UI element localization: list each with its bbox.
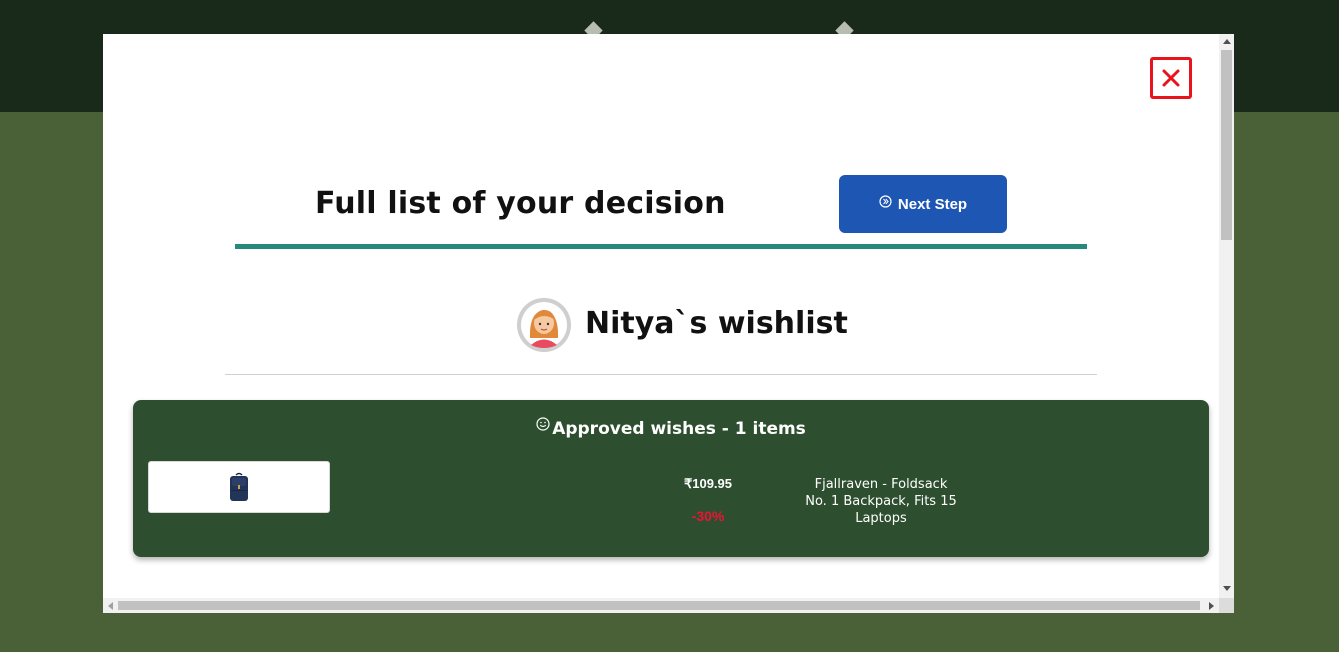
title-row: Full list of your decision Next Step	[235, 174, 1087, 249]
scrollbar-corner	[1219, 598, 1234, 613]
scroll-down-icon[interactable]	[1223, 586, 1231, 591]
wishlist-title: Nitya`s wishlist	[585, 305, 848, 341]
approved-title: Approved wishes - 1 items	[133, 416, 1209, 439]
smile-icon	[536, 416, 550, 436]
horizontal-scrollbar[interactable]	[103, 598, 1219, 613]
vertical-scrollbar[interactable]	[1219, 34, 1234, 598]
close-x-icon	[1162, 69, 1180, 87]
product-image[interactable]	[148, 461, 330, 513]
close-button[interactable]	[1150, 57, 1192, 99]
page-title: Full list of your decision	[315, 186, 726, 221]
approved-title-text: Approved wishes - 1 items	[552, 419, 806, 439]
approved-wishes-card: Approved wishes - 1 items ₹109.95 -30% F…	[133, 400, 1209, 557]
scroll-left-icon[interactable]	[108, 602, 113, 610]
vertical-scroll-thumb[interactable]	[1221, 50, 1232, 240]
product-price: ₹109.95	[683, 476, 733, 491]
product-discount: -30%	[691, 508, 725, 524]
next-circle-icon	[879, 194, 892, 208]
backpack-icon	[230, 472, 248, 501]
scroll-right-icon[interactable]	[1209, 602, 1214, 610]
wishlist-header: Nitya`s wishlist	[517, 297, 848, 353]
decision-modal: Full list of your decision Next Step Nit…	[103, 34, 1234, 613]
scroll-up-icon[interactable]	[1223, 39, 1231, 44]
title-divider	[235, 244, 1087, 249]
modal-content: Full list of your decision Next Step Nit…	[103, 34, 1219, 598]
product-name: Fjallraven - Foldsack No. 1 Backpack, Fi…	[805, 477, 957, 526]
wishlist-divider	[225, 374, 1097, 375]
avatar	[517, 298, 571, 352]
next-step-label: Next Step	[897, 195, 968, 213]
next-step-button[interactable]: Next Step	[839, 175, 1007, 233]
horizontal-scroll-thumb[interactable]	[118, 601, 1200, 610]
girl-avatar-icon	[517, 298, 571, 352]
